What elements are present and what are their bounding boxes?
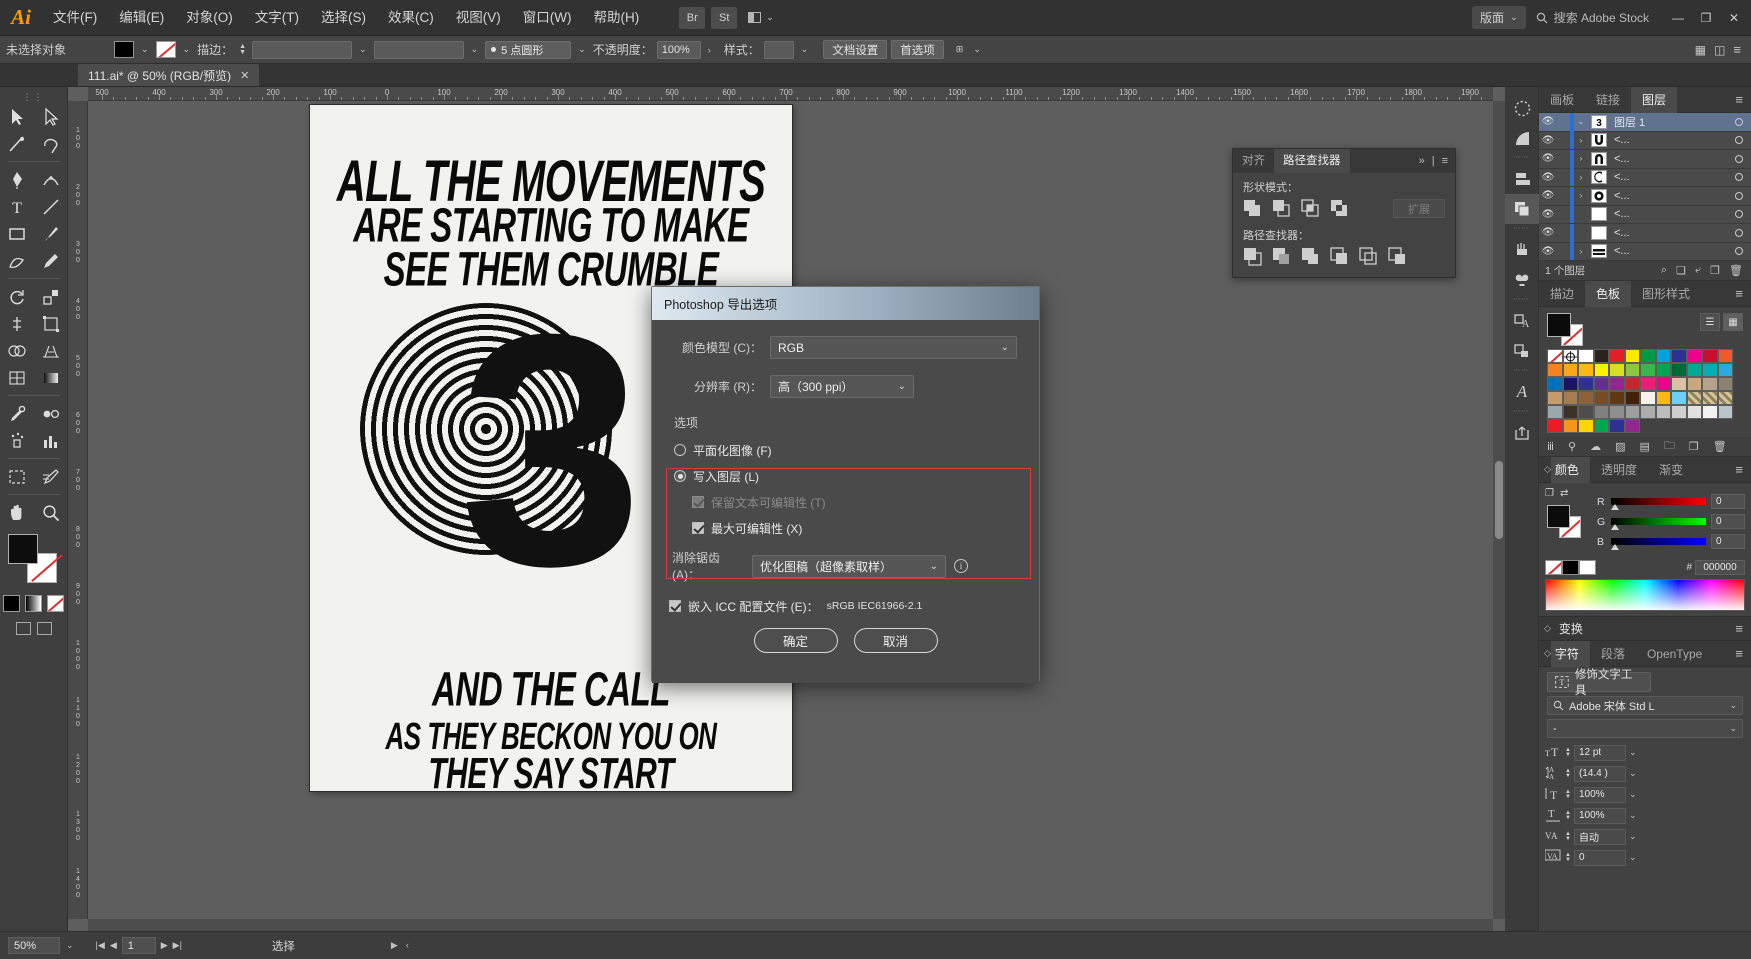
- dialog-title: Photoshop 导出选项: [652, 287, 1039, 320]
- max-editability-label: 最大可编辑性 (X): [711, 521, 803, 536]
- chevron-down-icon[interactable]: ⌄: [1001, 342, 1009, 353]
- icc-profile-value: sRGB IEC61966-2.1: [826, 600, 923, 612]
- write-layers-option[interactable]: 写入图层 (L): [652, 463, 1039, 489]
- checkbox-max-editability[interactable]: [692, 522, 704, 534]
- dialog-body: 颜色模型 (C)： RGB ⌄ 分辨率 (R)： 高（300 ppi） ⌄ 选项: [652, 320, 1039, 683]
- icc-profile-option[interactable]: 嵌入 ICC 配置文件 (E)： sRGB IEC61966-2.1: [652, 593, 1039, 619]
- resolution-row: 分辨率 (R)： 高（300 ppi） ⌄: [652, 375, 1039, 398]
- color-model-value: RGB: [778, 340, 805, 355]
- photoshop-export-options-dialog[interactable]: Photoshop 导出选项 颜色模型 (C)： RGB ⌄ 分辨率 (R)： …: [651, 286, 1040, 683]
- radio-flatten[interactable]: [674, 444, 686, 456]
- write-layers-label: 写入图层 (L): [693, 469, 760, 484]
- preserve-text-label: 保留文本可编辑性 (T): [711, 495, 826, 510]
- color-model-select[interactable]: RGB ⌄: [770, 336, 1017, 359]
- illustrator-window: Ai 文件(F) 编辑(E) 对象(O) 文字(T) 选择(S) 效果(C) 视…: [0, 0, 1751, 959]
- color-model-row: 颜色模型 (C)： RGB ⌄: [652, 336, 1039, 359]
- resolution-select[interactable]: 高（300 ppi） ⌄: [770, 375, 914, 398]
- color-model-label: 颜色模型 (C)：: [682, 341, 762, 355]
- flatten-image-label: 平面化图像 (F): [693, 443, 772, 458]
- cancel-button[interactable]: 取消: [853, 628, 938, 653]
- dialog-buttons: 确定 取消: [652, 628, 1039, 653]
- options-header: 选项: [674, 416, 699, 430]
- preserve-text-option: 保留文本可编辑性 (T): [652, 489, 1039, 515]
- checkbox-preserve-text: [692, 496, 704, 508]
- icc-profile-label: 嵌入 ICC 配置文件 (E)：: [688, 599, 819, 614]
- resolution-value: 高（300 ppi）: [778, 380, 854, 394]
- resolution-label: 分辨率 (R)：: [694, 380, 762, 394]
- checkbox-embed-icc[interactable]: [669, 600, 681, 612]
- modal-overlay: Photoshop 导出选项 颜色模型 (C)： RGB ⌄ 分辨率 (R)： …: [0, 0, 1751, 959]
- flatten-image-option[interactable]: 平面化图像 (F): [652, 437, 1039, 463]
- radio-write-layers[interactable]: [674, 470, 686, 482]
- chevron-down-icon[interactable]: ⌄: [898, 381, 906, 392]
- ok-button[interactable]: 确定: [753, 628, 838, 653]
- max-editability-option[interactable]: 最大可编辑性 (X): [652, 515, 1039, 541]
